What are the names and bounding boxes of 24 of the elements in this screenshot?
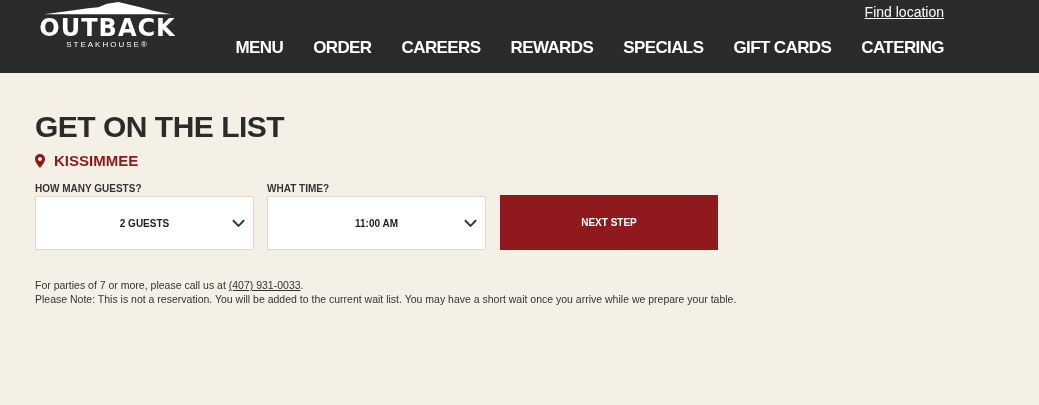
chevron-down-icon — [232, 219, 245, 228]
find-location-link[interactable]: Find location — [864, 3, 944, 21]
logo-wordmark: OUTBACK — [39, 16, 176, 40]
nav-link[interactable]: CAREERS — [401, 35, 481, 61]
nav-link[interactable]: SPECIALS — [623, 35, 704, 61]
logo-tagline: STEAKHOUSE® — [66, 40, 149, 50]
field-label: HOW MANY GUESTS? — [35, 182, 143, 196]
nav-link[interactable]: ORDER — [313, 35, 372, 61]
disclaimer-note: Please Note: This is not a reservation. You will be added to the current wait list. You may have a short wait once you arrive while we prepare your table. — [35, 292, 738, 306]
nav-link[interactable]: CATERING — [861, 35, 944, 61]
chevron-down-icon — [464, 219, 477, 228]
dropdown[interactable]: 11:00 AM — [267, 196, 486, 250]
location-name: KISSIMMEE — [54, 152, 139, 169]
next-step-button[interactable]: NEXT STEP — [500, 195, 718, 250]
nav-link[interactable]: GIFT CARDS — [733, 35, 832, 61]
call-note: For parties of 7 or more, please call us at (407) 931-0033. — [35, 278, 305, 292]
nav-link[interactable]: MENU — [235, 35, 284, 61]
page-title: GET ON THE LIST — [35, 109, 286, 145]
dropdown[interactable]: 2 GUESTS — [35, 196, 254, 250]
field-label: WHAT TIME? — [267, 182, 331, 196]
logo[interactable]: OUTBACK STEAKHOUSE® — [35, 0, 180, 50]
map-pin-icon — [35, 153, 45, 168]
phone-link[interactable]: (407) 931-0033 — [228, 279, 301, 291]
nav-link[interactable]: REWARDS — [510, 35, 594, 61]
